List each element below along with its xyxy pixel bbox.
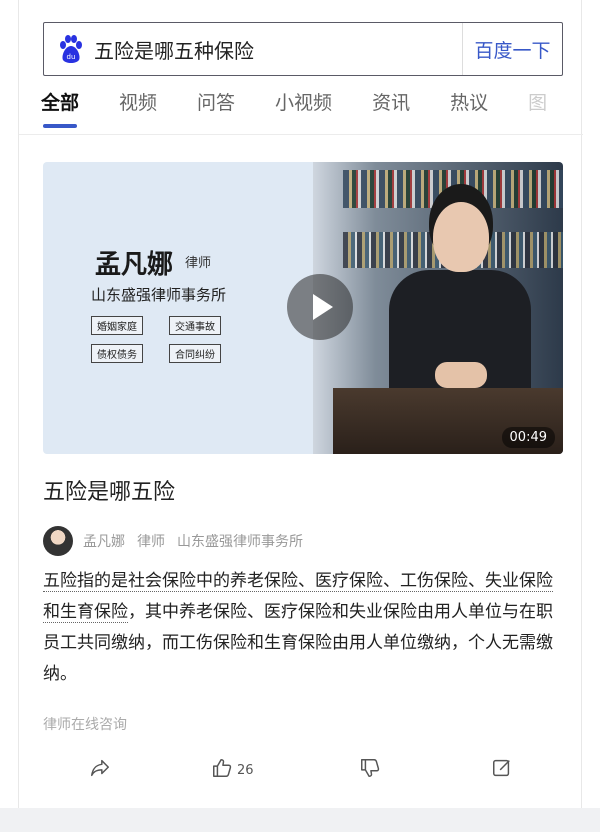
like-count: 26 (237, 762, 254, 778)
thumbs-down-icon (359, 757, 381, 783)
thumbs-up-icon (211, 757, 233, 783)
author-role: 律师 (137, 534, 165, 550)
video-lawyer-role: 律师 (185, 256, 212, 271)
dislike-button[interactable] (359, 756, 381, 784)
tab-images[interactable]: 图 (528, 88, 547, 132)
page-bottom-background (0, 808, 600, 832)
baidu-paw-icon: du (58, 34, 84, 64)
result-card-frame: du 五险是哪五种保险 百度一下 全部 视频 问答 小视频 资讯 热议 图 孟凡… (18, 0, 583, 808)
share-icon (89, 757, 111, 783)
result-tabs: 全部 视频 问答 小视频 资讯 热议 图 (41, 88, 581, 132)
author-firm: 山东盛强律师事务所 (177, 534, 303, 550)
tab-video[interactable]: 视频 (119, 88, 157, 132)
result-snippet: 五险指的是社会保险中的养老保险、医疗保险、工伤保险、失业保险和生育保险，其中养老… (43, 566, 563, 690)
edit-button[interactable] (491, 756, 513, 784)
practice-tag: 婚姻家庭 (91, 316, 143, 335)
author-name: 孟凡娜 (83, 534, 125, 550)
tabs-divider (19, 134, 583, 135)
video-thumbnail[interactable]: 孟凡娜 律师 山东盛强律师事务所 婚姻家庭 交通事故 债权债务 合同纠纷 00:… (43, 162, 563, 454)
practice-tag: 债权债务 (91, 344, 143, 363)
practice-tag: 交通事故 (169, 316, 221, 335)
result-title[interactable]: 五险是哪五险 (43, 474, 175, 506)
tab-short-video[interactable]: 小视频 (275, 88, 332, 132)
video-lawyer-name: 孟凡娜 (95, 250, 174, 280)
tab-all[interactable]: 全部 (41, 88, 79, 132)
tab-news[interactable]: 资讯 (372, 88, 410, 132)
svg-text:du: du (67, 53, 76, 61)
search-button[interactable]: 百度一下 (462, 23, 562, 75)
share-button[interactable] (89, 756, 111, 784)
action-bar: 26 (19, 756, 583, 786)
video-duration: 00:49 (501, 427, 555, 448)
search-bar[interactable]: du 五险是哪五种保险 百度一下 (43, 22, 563, 76)
practice-tag: 合同纠纷 (169, 344, 221, 363)
like-button[interactable]: 26 (211, 756, 254, 784)
author-line: 孟凡娜 律师 山东盛强律师事务所 (43, 526, 315, 556)
tab-discussion[interactable]: 热议 (450, 88, 488, 132)
search-input[interactable]: 五险是哪五种保险 (94, 35, 462, 64)
avatar (43, 526, 73, 556)
result-source[interactable]: 律师在线咨询 (43, 714, 127, 734)
play-icon[interactable] (287, 274, 353, 340)
video-law-firm: 山东盛强律师事务所 (91, 286, 227, 304)
edit-icon (491, 757, 513, 783)
tab-qa[interactable]: 问答 (197, 88, 235, 132)
lawyer-figure-head (433, 202, 489, 272)
lawyer-figure-hands (435, 362, 487, 388)
